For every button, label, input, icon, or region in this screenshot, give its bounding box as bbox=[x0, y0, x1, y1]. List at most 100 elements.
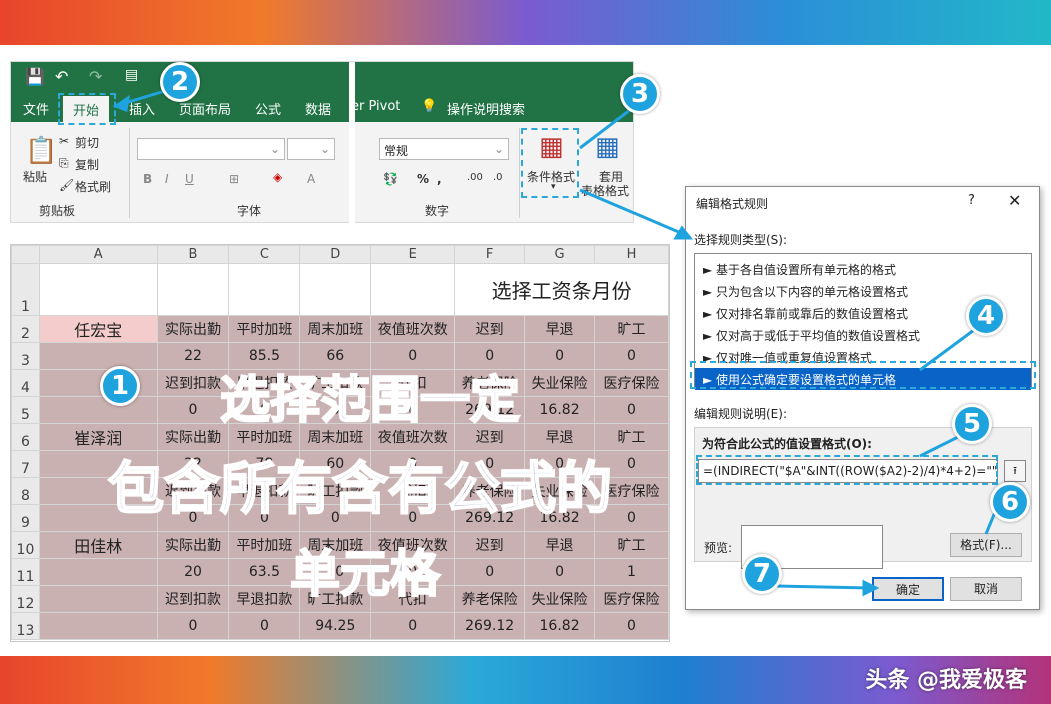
cell[interactable]: 0 bbox=[156, 612, 230, 640]
cell[interactable]: 田佳林 bbox=[38, 531, 158, 559]
row-header[interactable]: 8 bbox=[11, 477, 40, 505]
fill-color-icon[interactable]: ◈ bbox=[273, 170, 282, 184]
row-header[interactable]: 6 bbox=[11, 423, 40, 451]
paste-button[interactable]: 粘贴 bbox=[23, 168, 47, 185]
cell[interactable] bbox=[38, 612, 158, 640]
cell[interactable]: 实际出勤 bbox=[156, 531, 230, 559]
decrease-decimal-icon[interactable]: .0 bbox=[493, 172, 503, 183]
redo-icon[interactable]: ↷ bbox=[89, 67, 102, 86]
cell[interactable] bbox=[38, 585, 158, 613]
comma-icon[interactable]: , bbox=[437, 172, 442, 186]
highlight-home-tab bbox=[58, 93, 116, 125]
format-painter-button[interactable]: 格式刷 bbox=[75, 178, 111, 195]
cell[interactable] bbox=[299, 263, 372, 316]
italic-button[interactable]: I bbox=[165, 172, 169, 186]
cell[interactable]: 失业保险 bbox=[524, 585, 596, 613]
help-icon[interactable]: ? bbox=[968, 193, 975, 208]
column-header[interactable]: B bbox=[156, 245, 230, 264]
cell[interactable]: 实际出勤 bbox=[156, 315, 230, 343]
row-header[interactable]: 1 bbox=[11, 263, 40, 316]
cell[interactable]: 早退 bbox=[524, 315, 596, 343]
cell[interactable]: 迟到扣款 bbox=[156, 585, 230, 613]
cell[interactable]: 医疗保险 bbox=[594, 585, 669, 613]
rule-type-option[interactable]: ► 基于各自值设置所有单元格的格式 bbox=[695, 258, 1031, 280]
row-header[interactable]: 12 bbox=[11, 585, 40, 613]
cell[interactable]: 0 bbox=[370, 612, 456, 640]
table-format-label-2[interactable]: 表格格式 bbox=[581, 182, 629, 199]
border-icon[interactable]: ⊞ bbox=[229, 172, 239, 186]
number-format-select[interactable]: 常规 ⌄ bbox=[379, 138, 509, 160]
cell[interactable]: 任宏宝 bbox=[38, 315, 158, 343]
cell[interactable]: 0 bbox=[594, 612, 669, 640]
percent-icon[interactable]: % bbox=[417, 172, 429, 186]
cell[interactable]: 20 bbox=[156, 558, 230, 586]
tab-data[interactable]: 数据 bbox=[305, 99, 331, 118]
font-size-select[interactable]: ⌄ bbox=[287, 138, 335, 160]
cell[interactable]: 旷工 bbox=[594, 531, 669, 559]
cell[interactable]: 医疗保险 bbox=[594, 369, 669, 397]
column-header[interactable]: A bbox=[38, 245, 158, 264]
cell[interactable]: 94.25 bbox=[299, 612, 372, 640]
font-name-select[interactable]: ⌄ bbox=[137, 138, 285, 160]
cell[interactable]: 早退 bbox=[524, 531, 596, 559]
cell[interactable] bbox=[228, 263, 301, 316]
cell[interactable]: 16.82 bbox=[524, 612, 596, 640]
tab-insert[interactable]: 插入 bbox=[129, 99, 155, 118]
cell[interactable] bbox=[156, 263, 230, 316]
column-header[interactable]: E bbox=[370, 245, 456, 264]
column-header[interactable]: G bbox=[524, 245, 596, 264]
ok-button[interactable]: 确定 bbox=[872, 577, 944, 601]
cell[interactable]: 0 bbox=[524, 558, 596, 586]
cell[interactable]: 迟到 bbox=[454, 315, 526, 343]
column-header[interactable]: H bbox=[594, 245, 669, 264]
cell[interactable] bbox=[370, 263, 456, 316]
tab-page-layout[interactable]: 页面布局 bbox=[179, 99, 231, 118]
cell[interactable] bbox=[38, 342, 158, 370]
save-icon[interactable]: 💾 bbox=[25, 67, 45, 86]
close-icon[interactable]: ✕ bbox=[1008, 191, 1021, 210]
cell[interactable] bbox=[38, 263, 158, 316]
cell[interactable]: 平时加班 bbox=[228, 315, 301, 343]
cell[interactable] bbox=[38, 396, 158, 424]
column-header[interactable]: C bbox=[228, 245, 301, 264]
row-header[interactable]: 11 bbox=[11, 558, 40, 586]
font-color-icon[interactable]: A bbox=[307, 172, 315, 186]
tab-formulas[interactable]: 公式 bbox=[255, 99, 281, 118]
column-header[interactable]: D bbox=[299, 245, 372, 264]
cell[interactable]: 0 bbox=[228, 612, 301, 640]
column-header[interactable]: F bbox=[454, 245, 526, 264]
cell[interactable]: 周末加班 bbox=[299, 315, 372, 343]
cut-button[interactable]: 剪切 bbox=[75, 134, 99, 151]
increase-decimal-icon[interactable]: .00 bbox=[467, 172, 483, 183]
currency-icon[interactable]: 💱 bbox=[383, 172, 398, 186]
cancel-button[interactable]: 取消 bbox=[950, 577, 1022, 601]
undo-icon[interactable]: ↶ bbox=[55, 67, 68, 86]
corner-cell[interactable] bbox=[11, 245, 40, 264]
cell[interactable]: 1 bbox=[594, 558, 669, 586]
cell[interactable]: 选择工资条月份 bbox=[454, 263, 669, 316]
cell[interactable]: 0 bbox=[594, 342, 669, 370]
format-button[interactable]: 格式(F)... bbox=[950, 533, 1022, 557]
file-icon[interactable]: ▤ bbox=[125, 67, 138, 83]
cell[interactable]: 夜值班次数 bbox=[370, 315, 456, 343]
tell-me-search[interactable]: 操作说明搜索 bbox=[447, 99, 525, 118]
underline-button[interactable]: U bbox=[185, 172, 194, 186]
tab-file[interactable]: 文件 bbox=[23, 99, 49, 118]
row-header[interactable]: 7 bbox=[11, 450, 40, 478]
cell[interactable]: 0 bbox=[594, 396, 669, 424]
row-header[interactable]: 2 bbox=[11, 315, 40, 343]
cell[interactable] bbox=[38, 558, 158, 586]
row-header[interactable]: 3 bbox=[11, 342, 40, 370]
collapse-dialog-icon[interactable]: ⭱ bbox=[1004, 460, 1026, 482]
bold-button[interactable]: B bbox=[143, 172, 152, 186]
row-header[interactable]: 4 bbox=[11, 369, 40, 397]
row-header[interactable]: 10 bbox=[11, 531, 40, 559]
tab-power-pivot[interactable]: er Pivot bbox=[351, 99, 400, 114]
cell[interactable]: 269.12 bbox=[454, 612, 526, 640]
paste-icon[interactable]: 📋 bbox=[25, 136, 57, 166]
copy-button[interactable]: 复制 bbox=[75, 156, 99, 173]
row-header[interactable]: 13 bbox=[11, 612, 40, 640]
row-header[interactable]: 9 bbox=[11, 504, 40, 532]
cell[interactable]: 旷工 bbox=[594, 315, 669, 343]
row-header[interactable]: 5 bbox=[11, 396, 40, 424]
